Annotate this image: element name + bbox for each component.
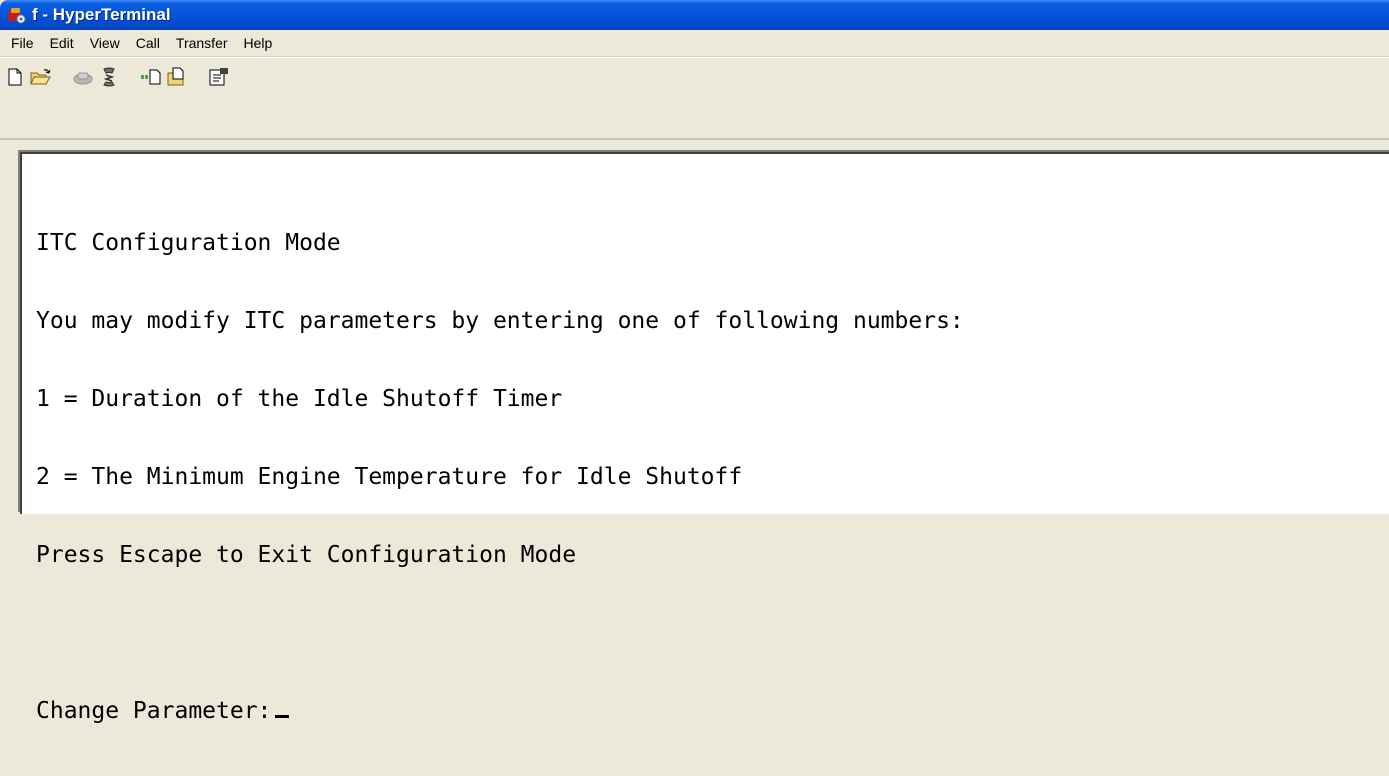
window-title: f - HyperTerminal (32, 5, 171, 24)
menu-file[interactable]: File (9, 34, 36, 52)
menu-edit[interactable]: Edit (48, 34, 76, 52)
terminal-screen[interactable]: ITC Configuration Mode You may modify IT… (20, 152, 1389, 724)
terminal-prompt-line: Change Parameter: (36, 698, 964, 724)
call-icon (73, 72, 93, 85)
terminal-prompt: Change Parameter: (36, 698, 272, 724)
terminal-line: 2 = The Minimum Engine Temperature for I… (36, 464, 743, 490)
terminal-line: You may modify ITC parameters by enterin… (36, 308, 964, 334)
menu-view[interactable]: View (88, 34, 122, 52)
receive-icon (167, 67, 184, 86)
terminal-line: 1 = Duration of the Idle Shutoff Timer (36, 386, 563, 412)
open-folder-icon (30, 69, 51, 85)
call-button[interactable] (72, 66, 94, 88)
disconnect-button[interactable] (98, 66, 120, 88)
terminal-line: Press Escape to Exit Configuration Mode (36, 542, 577, 568)
receive-button[interactable] (166, 66, 188, 88)
disconnect-icon (103, 67, 115, 87)
hyperterminal-icon (8, 8, 26, 24)
title-bar[interactable]: f - HyperTerminal (0, 0, 1389, 30)
menu-bar: File Edit View Call Transfer Help (0, 30, 1389, 57)
menu-call[interactable]: Call (134, 34, 162, 52)
open-button[interactable] (30, 66, 52, 88)
new-file-icon (8, 68, 22, 86)
terminal-line: ITC Configuration Mode (36, 230, 341, 256)
text-cursor (275, 715, 290, 718)
toolbar (0, 57, 1389, 96)
menu-transfer[interactable]: Transfer (174, 34, 230, 52)
send-icon (141, 69, 161, 85)
new-file-button[interactable] (4, 66, 26, 88)
send-button[interactable] (140, 66, 162, 88)
terminal-output: ITC Configuration Mode You may modify IT… (36, 178, 964, 776)
properties-icon (209, 68, 228, 86)
menu-help[interactable]: Help (242, 34, 275, 52)
properties-button[interactable] (208, 66, 230, 88)
toolbar-separator (0, 138, 1389, 140)
